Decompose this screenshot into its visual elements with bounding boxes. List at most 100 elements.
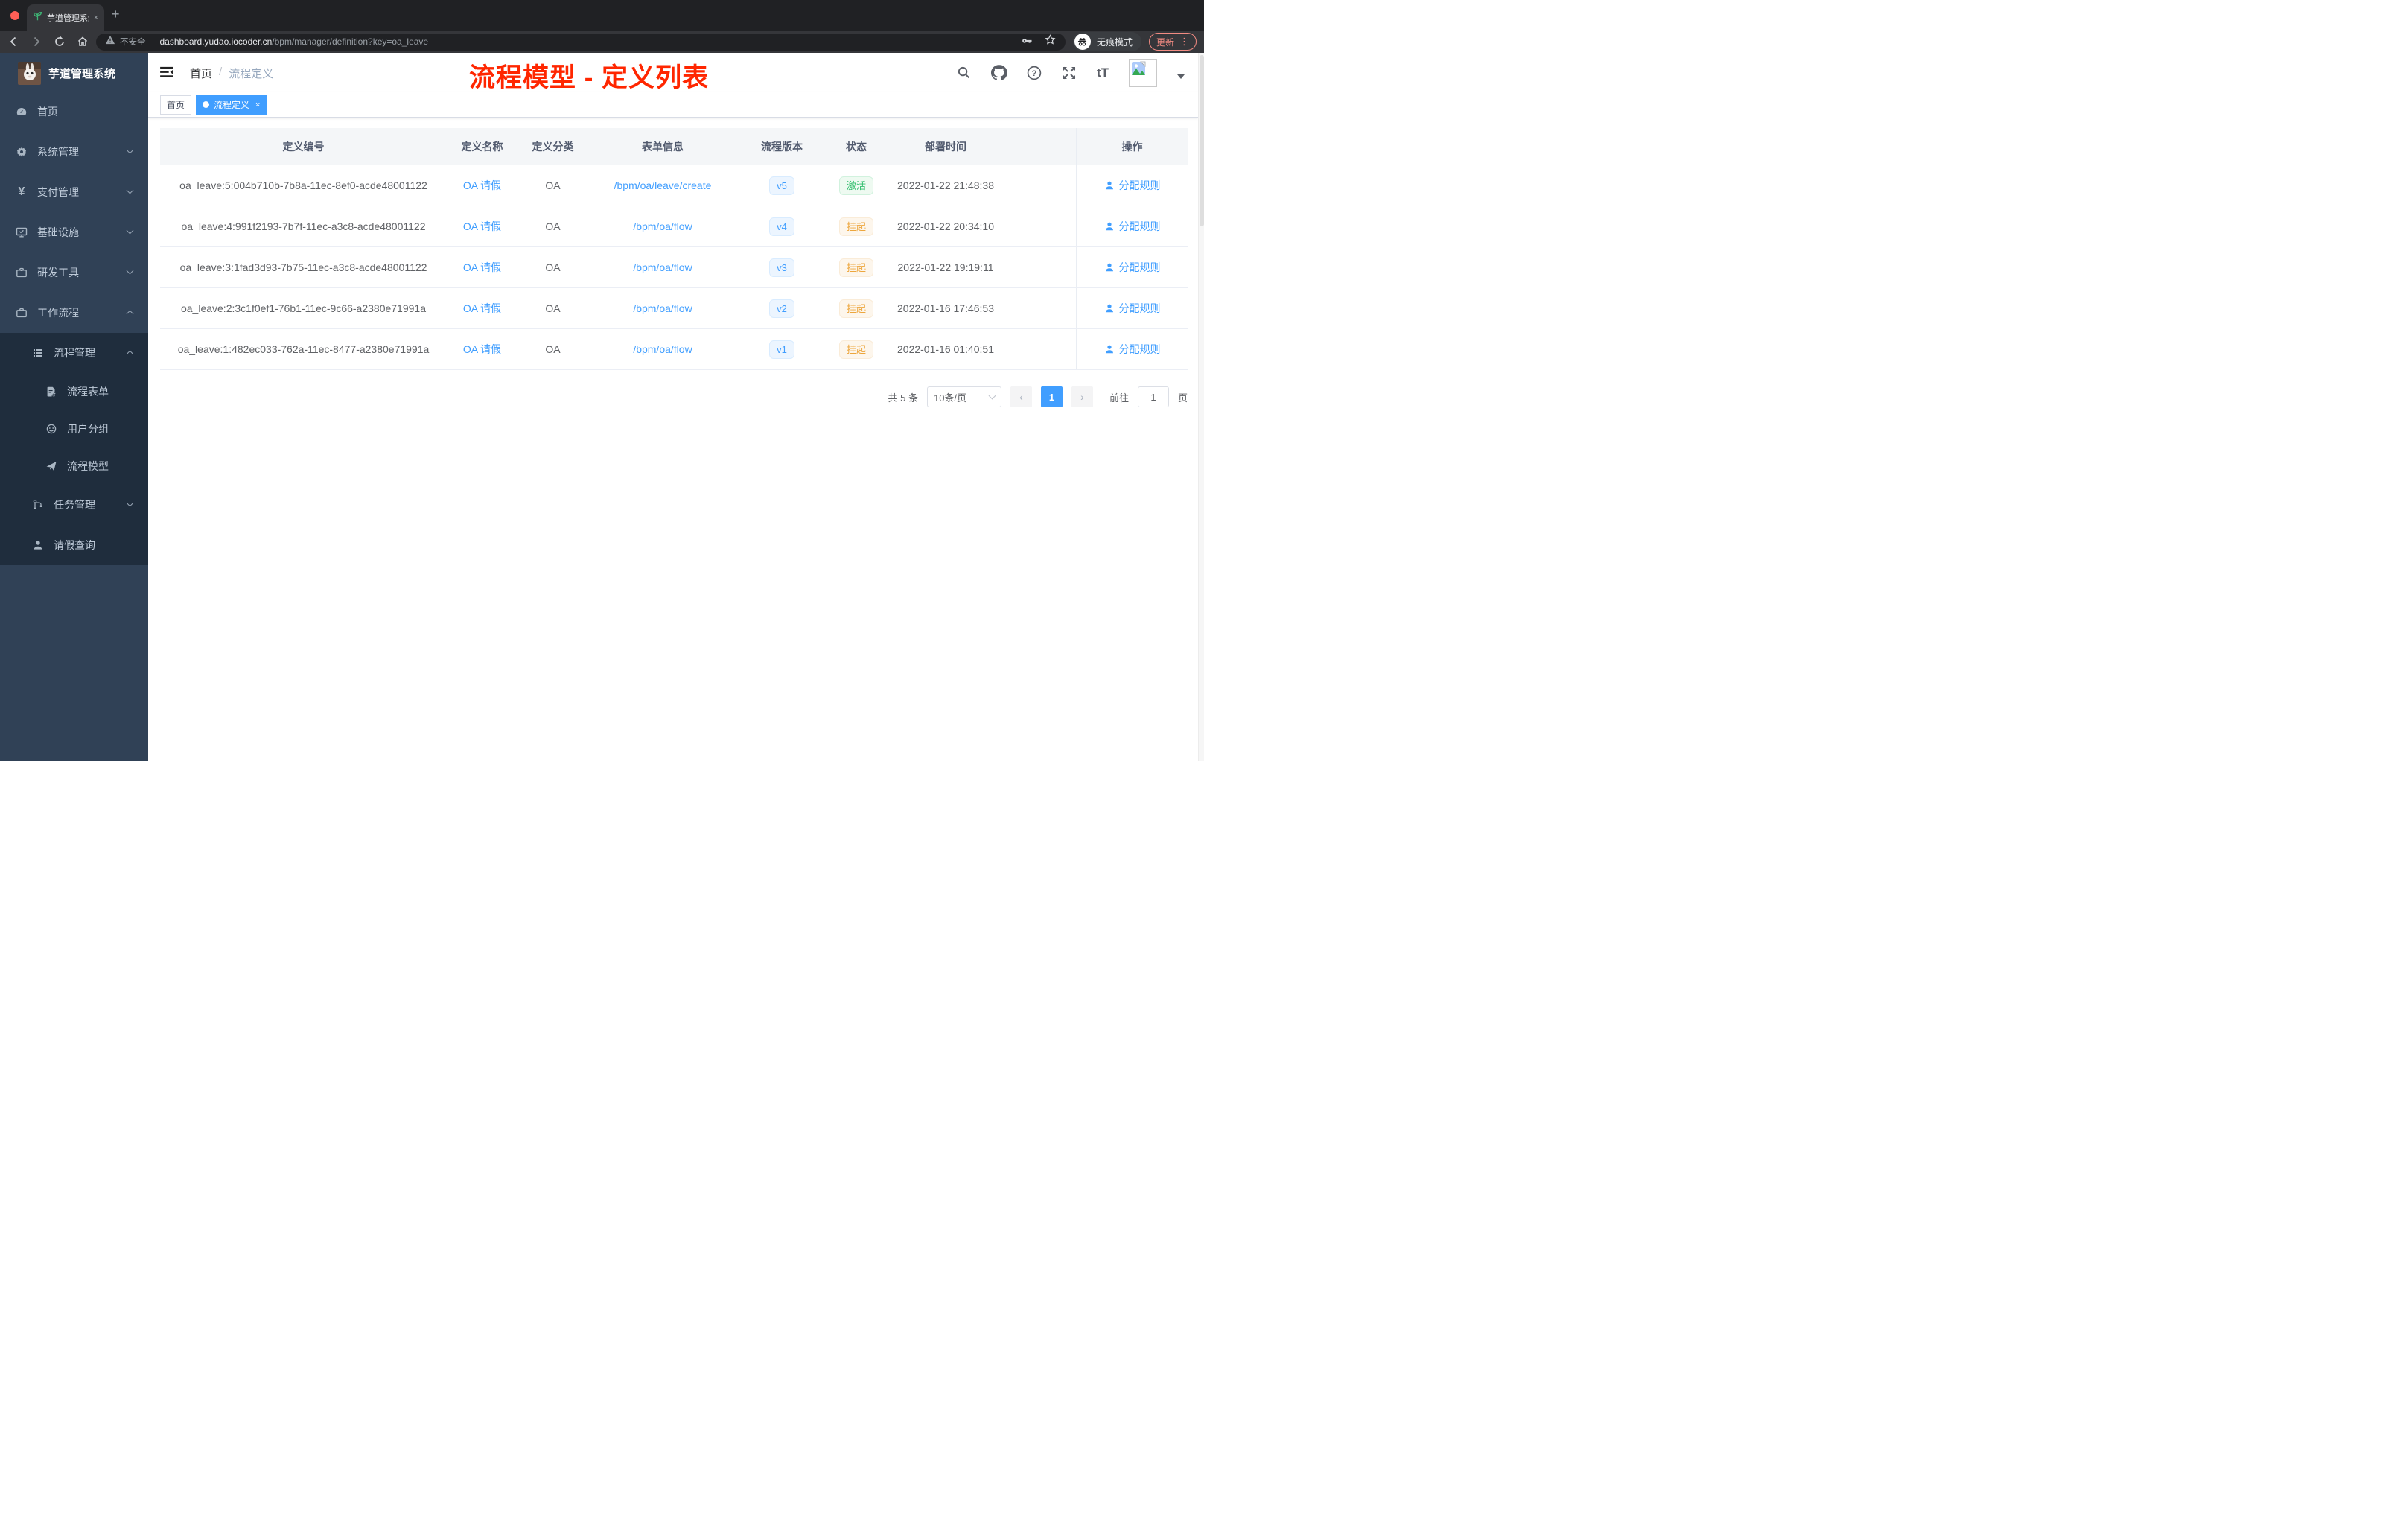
yen-icon: ¥ bbox=[18, 185, 25, 198]
bookmark-star-icon[interactable] bbox=[1044, 34, 1057, 50]
sidebar-item-process-management[interactable]: 流程管理 bbox=[0, 333, 148, 373]
goto-page-input[interactable] bbox=[1137, 386, 1169, 407]
browser-tab[interactable]: 芋道管理系统 × bbox=[27, 4, 104, 31]
font-size-icon[interactable]: tT bbox=[1097, 66, 1109, 80]
sidebar-item-task-management[interactable]: 任务管理 bbox=[0, 485, 148, 525]
search-icon[interactable] bbox=[957, 66, 971, 80]
new-tab-button[interactable]: + bbox=[112, 7, 120, 21]
fullscreen-icon[interactable] bbox=[1062, 66, 1077, 80]
page-scrollbar[interactable] bbox=[1198, 53, 1204, 761]
definition-name-link[interactable]: OA 请假 bbox=[463, 343, 501, 355]
page-size-select[interactable]: 10条/页 bbox=[926, 386, 1001, 407]
reload-icon[interactable] bbox=[54, 36, 66, 48]
version-badge: v3 bbox=[769, 258, 794, 277]
version-badge: v1 bbox=[769, 340, 794, 359]
form-link[interactable]: /bpm/oa/flow bbox=[633, 220, 692, 232]
sidebar-logo-row[interactable]: 芋道管理系统 bbox=[0, 53, 148, 93]
sidebar-item-dev-tools[interactable]: 研发工具 bbox=[0, 252, 148, 293]
cell-definition-id: oa_leave:1:482ec033-762a-11ec-8477-a2380… bbox=[177, 343, 430, 355]
password-key-icon[interactable] bbox=[1021, 34, 1033, 50]
url-text[interactable]: dashboard.yudao.iocoder.cn/bpm/manager/d… bbox=[160, 36, 429, 47]
form-link[interactable]: /bpm/oa/flow bbox=[633, 261, 692, 273]
sidebar-item-system[interactable]: 系统管理 bbox=[0, 132, 148, 172]
assign-rule-button[interactable]: 分配规则 bbox=[1104, 301, 1161, 316]
prev-page-button[interactable]: ‹ bbox=[1010, 386, 1032, 407]
assign-rule-button[interactable]: 分配规则 bbox=[1104, 178, 1161, 193]
table-row: oa_leave:5:004b710b-7b8a-11ec-8ef0-acde4… bbox=[160, 165, 1188, 206]
col-header-process-version: 流程版本 bbox=[761, 141, 803, 153]
sidebar-item-label: 基础设施 bbox=[37, 226, 79, 238]
cell-deploy-time: 2022-01-22 21:48:38 bbox=[897, 179, 994, 191]
version-badge: v4 bbox=[769, 217, 794, 236]
send-icon bbox=[45, 460, 57, 472]
sidebar-item-process-model[interactable]: 流程模型 bbox=[0, 448, 148, 485]
status-badge: 挂起 bbox=[838, 340, 873, 359]
gear-icon bbox=[16, 146, 28, 158]
definition-name-link[interactable]: OA 请假 bbox=[463, 220, 501, 232]
tag-close-icon[interactable]: × bbox=[255, 101, 260, 109]
incognito-icon bbox=[1074, 34, 1091, 50]
current-page-button[interactable]: 1 bbox=[1040, 386, 1063, 407]
incognito-badge: 无痕模式 bbox=[1072, 32, 1141, 51]
sidebar-item-label: 请假查询 bbox=[54, 539, 95, 551]
sidebar-item-workflow[interactable]: 工作流程 bbox=[0, 293, 148, 333]
back-icon[interactable] bbox=[7, 36, 19, 48]
browser-menu-dots-icon[interactable]: ⋮ bbox=[1179, 36, 1189, 48]
tag-process-definition[interactable]: 流程定义 × bbox=[196, 95, 267, 115]
assign-rule-button[interactable]: 分配规则 bbox=[1104, 260, 1161, 275]
chevron-down-icon bbox=[126, 267, 134, 275]
sidebar: 芋道管理系统 首页 系统管理 ¥ 支付管理 基础设施 研发工具 工作流程 流程管… bbox=[0, 53, 148, 761]
tag-home[interactable]: 首页 bbox=[160, 95, 192, 115]
chevron-down-icon bbox=[126, 226, 134, 235]
definition-name-link[interactable]: OA 请假 bbox=[463, 261, 501, 273]
sidebar-item-infrastructure[interactable]: 基础设施 bbox=[0, 212, 148, 252]
chevron-up-icon bbox=[126, 310, 134, 318]
security-label[interactable]: 不安全 bbox=[120, 36, 146, 48]
definition-name-link[interactable]: OA 请假 bbox=[463, 179, 501, 191]
sidebar-item-label: 工作流程 bbox=[37, 307, 79, 319]
avatar[interactable] bbox=[1129, 58, 1157, 87]
sidebar-item-label: 用户分组 bbox=[67, 423, 109, 435]
next-page-button[interactable]: › bbox=[1071, 386, 1093, 407]
breadcrumb-home[interactable]: 首页 bbox=[190, 66, 212, 81]
sidebar-item-payment[interactable]: ¥ 支付管理 bbox=[0, 172, 148, 212]
question-icon[interactable]: ? bbox=[1027, 66, 1042, 80]
browser-update-button[interactable]: 更新 ⋮ bbox=[1148, 33, 1197, 51]
flow-icon bbox=[32, 499, 44, 511]
table-header-row: 定义编号 定义名称 定义分类 表单信息 流程版本 状态 部署时间 操作 bbox=[160, 128, 1188, 165]
hamburger-icon[interactable] bbox=[160, 66, 173, 82]
definition-name-link[interactable]: OA 请假 bbox=[463, 302, 501, 314]
col-header-definition-id: 定义编号 bbox=[282, 141, 325, 153]
close-window-button[interactable] bbox=[10, 11, 19, 20]
sidebar-item-label: 研发工具 bbox=[37, 267, 79, 278]
sidebar-item-home[interactable]: 首页 bbox=[0, 92, 148, 132]
url-bar[interactable]: 不安全 dashboard.yudao.iocoder.cn/bpm/manag… bbox=[96, 33, 1066, 51]
home-icon[interactable] bbox=[77, 36, 89, 48]
form-link[interactable]: /bpm/oa/flow bbox=[633, 302, 692, 314]
cell-deploy-time: 2022-01-22 19:19:11 bbox=[897, 261, 994, 273]
github-icon[interactable] bbox=[990, 65, 1007, 80]
version-badge: v5 bbox=[769, 176, 794, 195]
form-link[interactable]: /bpm/oa/flow bbox=[633, 343, 692, 355]
assign-rule-button[interactable]: 分配规则 bbox=[1104, 342, 1161, 357]
cell-category: OA bbox=[545, 302, 561, 314]
table-row: oa_leave:2:3c1f0ef1-76b1-11ec-9c66-a2380… bbox=[160, 288, 1188, 329]
sidebar-item-leave-query[interactable]: 请假查询 bbox=[0, 525, 148, 565]
chevron-down-icon bbox=[988, 392, 996, 399]
avatar-caret-down-icon[interactable] bbox=[1177, 74, 1185, 79]
form-link[interactable]: /bpm/oa/leave/create bbox=[614, 179, 712, 191]
sidebar-item-label: 任务管理 bbox=[54, 499, 95, 511]
forward-icon[interactable] bbox=[31, 36, 42, 48]
security-warning-icon[interactable] bbox=[105, 35, 115, 48]
status-badge: 挂起 bbox=[838, 217, 873, 236]
sidebar-item-user-group[interactable]: 用户分组 bbox=[0, 410, 148, 448]
scrollbar-thumb[interactable] bbox=[1200, 55, 1204, 226]
cell-deploy-time: 2022-01-22 20:34:10 bbox=[897, 220, 994, 232]
svg-text:?: ? bbox=[1032, 69, 1037, 78]
sidebar-menu: 首页 系统管理 ¥ 支付管理 基础设施 研发工具 工作流程 流程管理 流程表单 … bbox=[0, 92, 148, 565]
briefcase-icon bbox=[16, 307, 28, 319]
assign-rule-button[interactable]: 分配规则 bbox=[1104, 219, 1161, 234]
tab-close-icon[interactable]: × bbox=[94, 13, 98, 22]
sidebar-item-process-form[interactable]: 流程表单 bbox=[0, 373, 148, 410]
form-doc-icon bbox=[45, 386, 57, 398]
